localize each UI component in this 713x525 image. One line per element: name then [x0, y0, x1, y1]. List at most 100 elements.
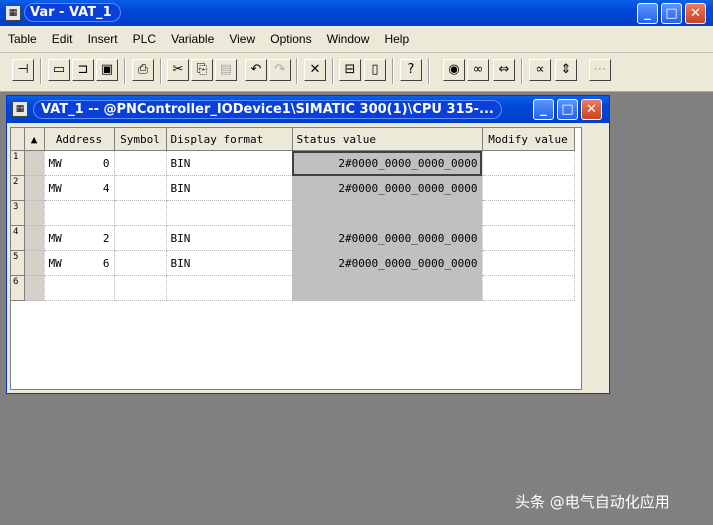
maximize-button[interactable]: □ [661, 3, 682, 24]
symbol-cell[interactable] [114, 200, 167, 226]
table-row[interactable]: 3 [11, 200, 575, 226]
pin-icon[interactable]: ⊣ [12, 59, 34, 81]
menu-options[interactable]: Options [260, 26, 311, 52]
operand: MW [48, 231, 62, 245]
symbol-cell[interactable] [114, 250, 167, 276]
status-cell[interactable] [292, 200, 483, 226]
header-symbol[interactable]: Symbol [114, 128, 167, 151]
symbol-cell[interactable] [114, 175, 167, 201]
format-cell[interactable] [166, 275, 293, 301]
vat-child-window: ▦ VAT_1 -- @PNController_IODevice1\SIMAT… [6, 95, 610, 394]
child-window-title: VAT_1 -- @PNController_IODevice1\SIMATIC… [33, 100, 502, 119]
delete-icon[interactable]: ✕ [304, 59, 326, 81]
operand: MW [48, 156, 62, 170]
table-row[interactable]: 2 MW 4 BIN 2#0000_0000_0000_0000 [11, 175, 575, 201]
format-cell[interactable] [166, 200, 293, 226]
address-cell[interactable] [44, 275, 115, 301]
row-gutter [24, 150, 45, 176]
row-number[interactable]: 4 [11, 225, 25, 251]
separator [392, 58, 394, 84]
menu-edit[interactable]: Edit [42, 26, 73, 52]
plc-icon[interactable]: ▯ [364, 59, 386, 81]
menu-insert[interactable]: Insert [78, 26, 118, 52]
status-cell[interactable]: 2#0000_0000_0000_0000 [292, 225, 483, 251]
header-display-format[interactable]: Display format [166, 128, 293, 151]
new-icon[interactable]: ▭ [48, 59, 70, 81]
address-cell[interactable]: MW 2 [44, 225, 115, 251]
header-modify-value[interactable]: Modify value [482, 128, 575, 151]
symbol-cell[interactable] [114, 225, 167, 251]
menu-help[interactable]: Help [374, 26, 409, 52]
modify-cell[interactable] [482, 275, 575, 301]
header-status-value[interactable]: Status value [292, 128, 483, 151]
address-cell[interactable] [44, 200, 115, 226]
row-number[interactable]: 6 [11, 275, 25, 301]
modify-cell[interactable] [482, 175, 575, 201]
menu-view[interactable]: View [219, 26, 255, 52]
format-cell[interactable]: BIN [166, 150, 293, 176]
copy-icon[interactable]: ⎘ [191, 59, 213, 81]
save-icon[interactable]: ▣ [96, 59, 118, 81]
status-cell[interactable]: 2#0000_0000_0000_0000 [292, 175, 483, 201]
table-row[interactable]: 5 MW 6 BIN 2#0000_0000_0000_0000 [11, 250, 575, 276]
status-cell[interactable]: 2#0000_0000_0000_0000 [292, 150, 483, 176]
format-cell[interactable]: BIN [166, 250, 293, 276]
child-maximize-button[interactable]: □ [557, 99, 578, 120]
modify-cell[interactable] [482, 200, 575, 226]
menu-plc[interactable]: PLC [123, 26, 156, 52]
row-number[interactable]: 3 [11, 200, 25, 226]
modify-cell[interactable] [482, 150, 575, 176]
help-icon[interactable]: ? [400, 59, 422, 81]
network-icon[interactable]: ⊟ [339, 59, 361, 81]
status-cell[interactable] [292, 275, 483, 301]
cut-icon[interactable]: ✂ [167, 59, 189, 81]
format-cell[interactable]: BIN [166, 175, 293, 201]
paste-icon[interactable]: ▤ [215, 59, 237, 81]
modify-cell[interactable] [482, 250, 575, 276]
title-bar[interactable]: ▦ Var - VAT_1 _ □ ✕ [0, 0, 713, 26]
table-row[interactable]: 1 MW 0 BIN 2#0000_0000_0000_0000 [11, 150, 575, 176]
header-address[interactable]: Address [44, 128, 115, 151]
menu-variable[interactable]: Variable [161, 26, 214, 52]
undo-icon[interactable]: ↶ [245, 59, 267, 81]
row-number[interactable]: 2 [11, 175, 25, 201]
format-cell[interactable]: BIN [166, 225, 293, 251]
menu-window[interactable]: Window [317, 26, 370, 52]
modify-cell[interactable] [482, 225, 575, 251]
row-number[interactable]: 5 [11, 250, 25, 276]
address-number: 0 [102, 156, 110, 170]
vat-icon: ▦ [12, 101, 28, 117]
child-minimize-button[interactable]: _ [533, 99, 554, 120]
address-number: 2 [102, 231, 110, 245]
address-cell[interactable]: MW 4 [44, 175, 115, 201]
force-icon[interactable]: ⇕ [555, 59, 577, 81]
child-title-bar[interactable]: ▦ VAT_1 -- @PNController_IODevice1\SIMAT… [7, 96, 609, 123]
symbol-cell[interactable] [114, 150, 167, 176]
minimize-button[interactable]: _ [637, 3, 658, 24]
address-number: 4 [102, 181, 110, 195]
toolbar: ⊣ ▭ ⊐ ▣ ⎙ ✂ ⎘ ▤ ↶ ↷ ✕ ⊟ ▯ ? ◉ ∞ ⇔ ∝ ⇕ ⋯ [0, 53, 713, 92]
modify-all-icon[interactable]: ⋯ [589, 59, 611, 81]
table-row[interactable]: 6 [11, 275, 575, 301]
separator [428, 58, 430, 84]
trigger-icon[interactable]: ∝ [529, 59, 551, 81]
table-row[interactable]: 4 MW 2 BIN 2#0000_0000_0000_0000 [11, 225, 575, 251]
address-number: 6 [102, 256, 110, 270]
monitor-icon[interactable]: ◉ [443, 59, 465, 81]
row-gutter [24, 200, 45, 226]
redo-icon[interactable]: ↷ [269, 59, 291, 81]
monitor-single-icon[interactable]: ∞ [467, 59, 489, 81]
close-button[interactable]: ✕ [685, 3, 706, 24]
status-cell[interactable]: 2#0000_0000_0000_0000 [292, 250, 483, 276]
modify-icon[interactable]: ⇔ [493, 59, 515, 81]
print-icon[interactable]: ⎙ [132, 59, 154, 81]
row-number[interactable]: 1 [11, 150, 25, 176]
child-close-button[interactable]: ✕ [581, 99, 602, 120]
menu-table[interactable]: Table [0, 26, 37, 52]
row-gutter [24, 175, 45, 201]
open-icon[interactable]: ⊐ [72, 59, 94, 81]
address-cell[interactable]: MW 0 [44, 150, 115, 176]
row-gutter [24, 250, 45, 276]
symbol-cell[interactable] [114, 275, 167, 301]
address-cell[interactable]: MW 6 [44, 250, 115, 276]
